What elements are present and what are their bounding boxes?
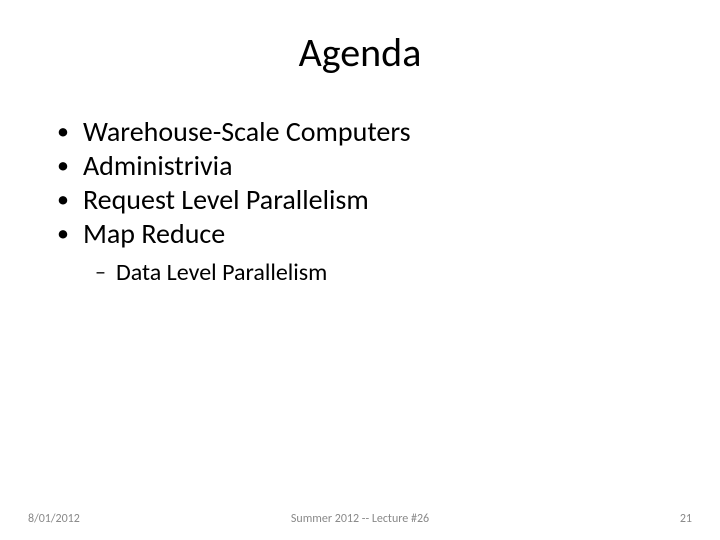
list-item: • Map Reduce <box>55 217 665 251</box>
bullet-text: Request Level Parallelism <box>83 183 369 217</box>
list-item: – Data Level Parallelism <box>95 258 665 287</box>
sub-bullet-list: – Data Level Parallelism <box>55 258 665 287</box>
list-item: • Administrivia <box>55 149 665 183</box>
bullet-text: Map Reduce <box>83 217 225 251</box>
bullet-marker-icon: • <box>57 183 69 217</box>
bullet-marker-icon: • <box>57 115 69 149</box>
bullet-text: Administrivia <box>83 149 233 183</box>
footer-center-text: Summer 2012 -- Lecture #26 <box>291 512 429 526</box>
footer-date: 8/01/2012 <box>28 512 80 526</box>
footer-page-number: 21 <box>680 512 692 526</box>
bullet-marker-icon: • <box>57 217 69 251</box>
sub-bullet-text: Data Level Parallelism <box>116 258 327 287</box>
slide: Agenda • Warehouse-Scale Computers • Adm… <box>0 0 720 540</box>
slide-footer: 8/01/2012 Summer 2012 -- Lecture #26 21 <box>0 512 720 526</box>
list-item: • Request Level Parallelism <box>55 183 665 217</box>
dash-marker-icon: – <box>95 258 106 285</box>
list-item: • Warehouse-Scale Computers <box>55 115 665 149</box>
bullet-list: • Warehouse-Scale Computers • Administri… <box>55 115 665 252</box>
bullet-marker-icon: • <box>57 149 69 183</box>
bullet-text: Warehouse-Scale Computers <box>83 115 411 149</box>
slide-title: Agenda <box>55 28 665 77</box>
